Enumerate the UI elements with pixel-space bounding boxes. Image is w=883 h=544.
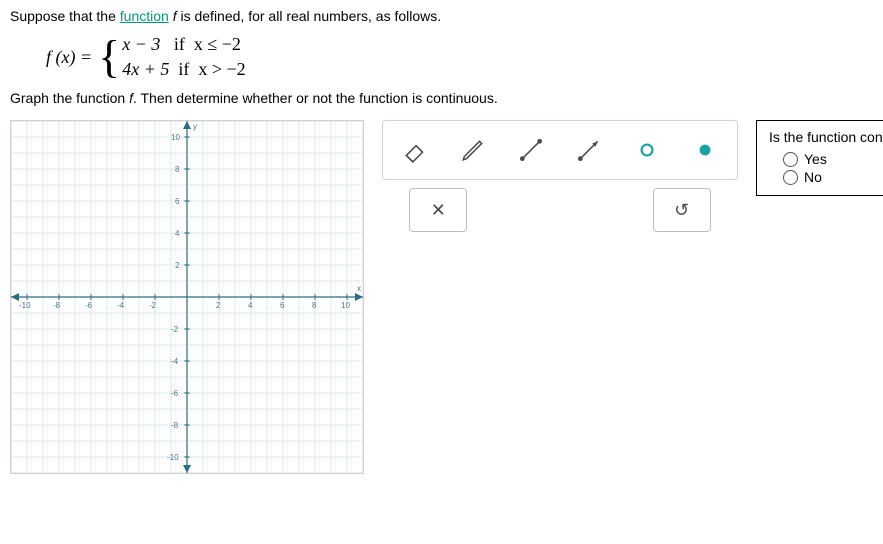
svg-text:4: 4 <box>175 229 180 238</box>
piecewise-definition: f (x) = { x − 3 if x ≤ −2 4x + 5 if x > … <box>46 34 873 80</box>
radio-icon <box>783 152 798 167</box>
svg-text:8: 8 <box>312 301 317 310</box>
option-yes[interactable]: Yes <box>783 151 883 167</box>
option-yes-label: Yes <box>804 151 827 167</box>
lhs: f (x) = <box>46 47 92 68</box>
close-icon: ✕ <box>431 200 446 221</box>
svg-text:-4: -4 <box>171 357 179 366</box>
undo-icon: ↺ <box>674 200 689 221</box>
svg-text:-6: -6 <box>171 389 179 398</box>
brace-icon: { <box>98 36 120 77</box>
svg-text:2: 2 <box>175 261 180 270</box>
closed-point-tool[interactable] <box>681 129 729 171</box>
svg-text:-8: -8 <box>53 301 61 310</box>
svg-text:4: 4 <box>248 301 253 310</box>
pencil-tool[interactable] <box>449 129 497 171</box>
problem-statement: Suppose that the function f is defined, … <box>10 8 873 106</box>
svg-text:2: 2 <box>216 301 221 310</box>
svg-text:-6: -6 <box>85 301 93 310</box>
option-no[interactable]: No <box>783 169 883 185</box>
svg-text:-2: -2 <box>149 301 157 310</box>
ray-open-tool[interactable] <box>565 129 613 171</box>
svg-text:-8: -8 <box>171 421 179 430</box>
continuity-question: Is the function continuous? Yes No <box>756 120 883 196</box>
x-ticks: 2 4 6 8 10 -2 -4 -6 -8 -10 <box>19 301 350 310</box>
svg-text:-2: -2 <box>171 325 179 334</box>
question-title: Is the function continuous? <box>769 129 883 145</box>
graph-canvas[interactable]: x y 2 4 6 8 10 -2 -4 -6 -8 -10 2 4 6 8 1… <box>10 120 364 474</box>
svg-text:10: 10 <box>341 301 350 310</box>
svg-text:-4: -4 <box>117 301 125 310</box>
tool-palette: ✕ ↺ <box>382 120 738 232</box>
radio-icon <box>783 170 798 185</box>
segment-closed-tool[interactable] <box>507 129 555 171</box>
y-axis-label: y <box>193 122 197 131</box>
reset-button[interactable]: ↺ <box>653 188 711 232</box>
option-no-label: No <box>804 169 822 185</box>
intro-text: Suppose that the <box>10 8 120 24</box>
function-link[interactable]: function <box>120 8 169 24</box>
eraser-tool[interactable] <box>391 129 439 171</box>
svg-text:-10: -10 <box>167 453 179 462</box>
svg-text:-10: -10 <box>19 301 31 310</box>
open-point-tool[interactable] <box>623 129 671 171</box>
svg-text:6: 6 <box>175 197 180 206</box>
svg-text:8: 8 <box>175 165 180 174</box>
svg-text:6: 6 <box>280 301 285 310</box>
clear-button[interactable]: ✕ <box>409 188 467 232</box>
x-axis-label: x <box>357 284 361 293</box>
svg-text:10: 10 <box>171 133 180 142</box>
